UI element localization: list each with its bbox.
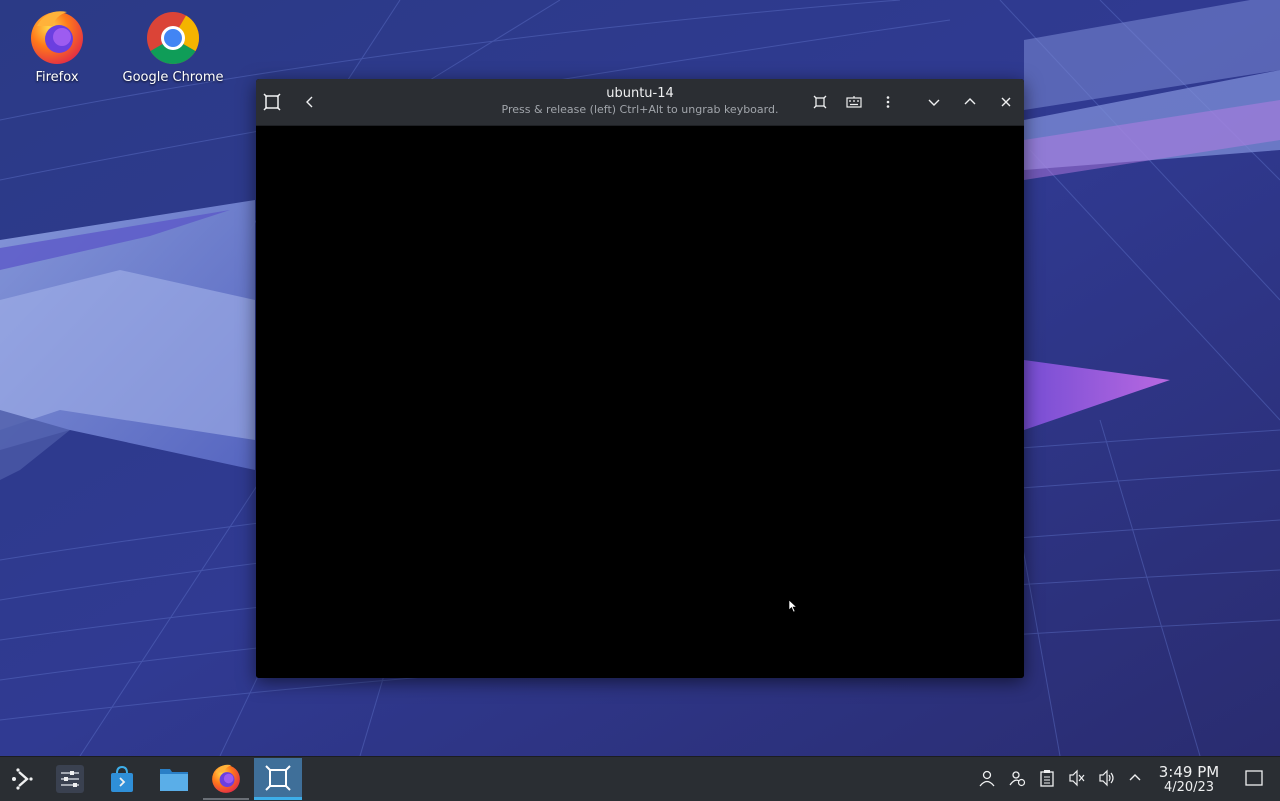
desktop-icon-label: Google Chrome xyxy=(122,70,224,85)
digital-clock[interactable]: 3:49 PM 4/20/23 xyxy=(1150,764,1228,795)
keyboard-icon xyxy=(846,96,862,108)
taskbar-virtual-machine-manager[interactable] xyxy=(254,758,302,800)
application-launcher-button[interactable] xyxy=(0,758,46,800)
clock-date: 4/20/23 xyxy=(1163,780,1215,795)
tray-user[interactable] xyxy=(976,767,998,789)
keyboard-button[interactable] xyxy=(841,90,867,114)
firefox-icon xyxy=(31,11,83,64)
clipboard-icon xyxy=(1040,770,1054,787)
tray-clipboard[interactable] xyxy=(1036,767,1058,789)
tray-volume-muted[interactable] xyxy=(1066,767,1088,789)
menu-button[interactable] xyxy=(875,90,901,114)
minimize-icon xyxy=(928,99,940,106)
fullscreen-button[interactable] xyxy=(807,90,833,114)
volume-icon xyxy=(1099,769,1114,787)
vm-subtitle: Press & release (left) Ctrl+Alt to ungra… xyxy=(501,103,779,116)
vm-title-area: ubuntu-14 Press & release (left) Ctrl+Al… xyxy=(456,86,824,118)
volume-muted-icon xyxy=(1069,769,1085,787)
discover-store-icon xyxy=(111,765,133,792)
desktop-icon-label: Firefox xyxy=(35,70,79,85)
user-icon xyxy=(979,770,995,787)
mouse-pointer-icon xyxy=(788,599,798,613)
desktop-icon-firefox[interactable]: Firefox xyxy=(2,6,112,85)
vm-title: ubuntu-14 xyxy=(606,86,674,101)
maximize-button[interactable] xyxy=(957,90,983,114)
app-icon xyxy=(263,93,281,111)
system-settings-icon xyxy=(56,765,84,793)
taskbar-file-manager[interactable] xyxy=(151,758,197,800)
show-desktop-button[interactable] xyxy=(1243,767,1265,789)
back-icon xyxy=(306,96,313,108)
taskbar-system-settings[interactable] xyxy=(47,758,93,800)
user-switch-icon xyxy=(1009,771,1026,787)
vm-window[interactable]: ubuntu-14 Press & release (left) Ctrl+Al… xyxy=(256,79,1024,678)
vm-app-button[interactable] xyxy=(259,90,285,114)
file-manager-icon xyxy=(160,769,188,791)
taskbar: 3:49 PM 4/20/23 xyxy=(0,756,1280,801)
tray-expand[interactable] xyxy=(1124,767,1146,789)
close-icon xyxy=(1001,97,1011,107)
desktop[interactable]: Firefox Google Chrome ubuntu-14 Press & … xyxy=(0,0,1280,756)
tray-user-switch[interactable] xyxy=(1006,767,1028,789)
fullscreen-icon xyxy=(813,95,827,109)
maximize-icon xyxy=(964,98,976,105)
firefox-icon xyxy=(212,764,240,793)
vm-window-header[interactable]: ubuntu-14 Press & release (left) Ctrl+Al… xyxy=(256,79,1024,126)
desktop-icon-chrome[interactable]: Google Chrome xyxy=(118,6,228,85)
virtual-machine-manager-icon xyxy=(265,764,291,791)
menu-kebab-icon xyxy=(886,96,890,108)
tray-volume[interactable] xyxy=(1096,767,1118,789)
tray-expand-icon xyxy=(1129,774,1141,781)
chrome-icon xyxy=(147,12,199,64)
minimize-button[interactable] xyxy=(921,90,947,114)
taskbar-firefox[interactable] xyxy=(203,758,249,800)
application-launcher-icon xyxy=(12,768,33,790)
taskbar-discover[interactable] xyxy=(99,758,145,800)
clock-time: 3:49 PM xyxy=(1158,763,1220,781)
vm-display[interactable] xyxy=(256,126,1024,678)
close-button[interactable] xyxy=(993,90,1019,114)
show-desktop-icon xyxy=(1245,770,1263,786)
back-button[interactable] xyxy=(297,90,323,114)
